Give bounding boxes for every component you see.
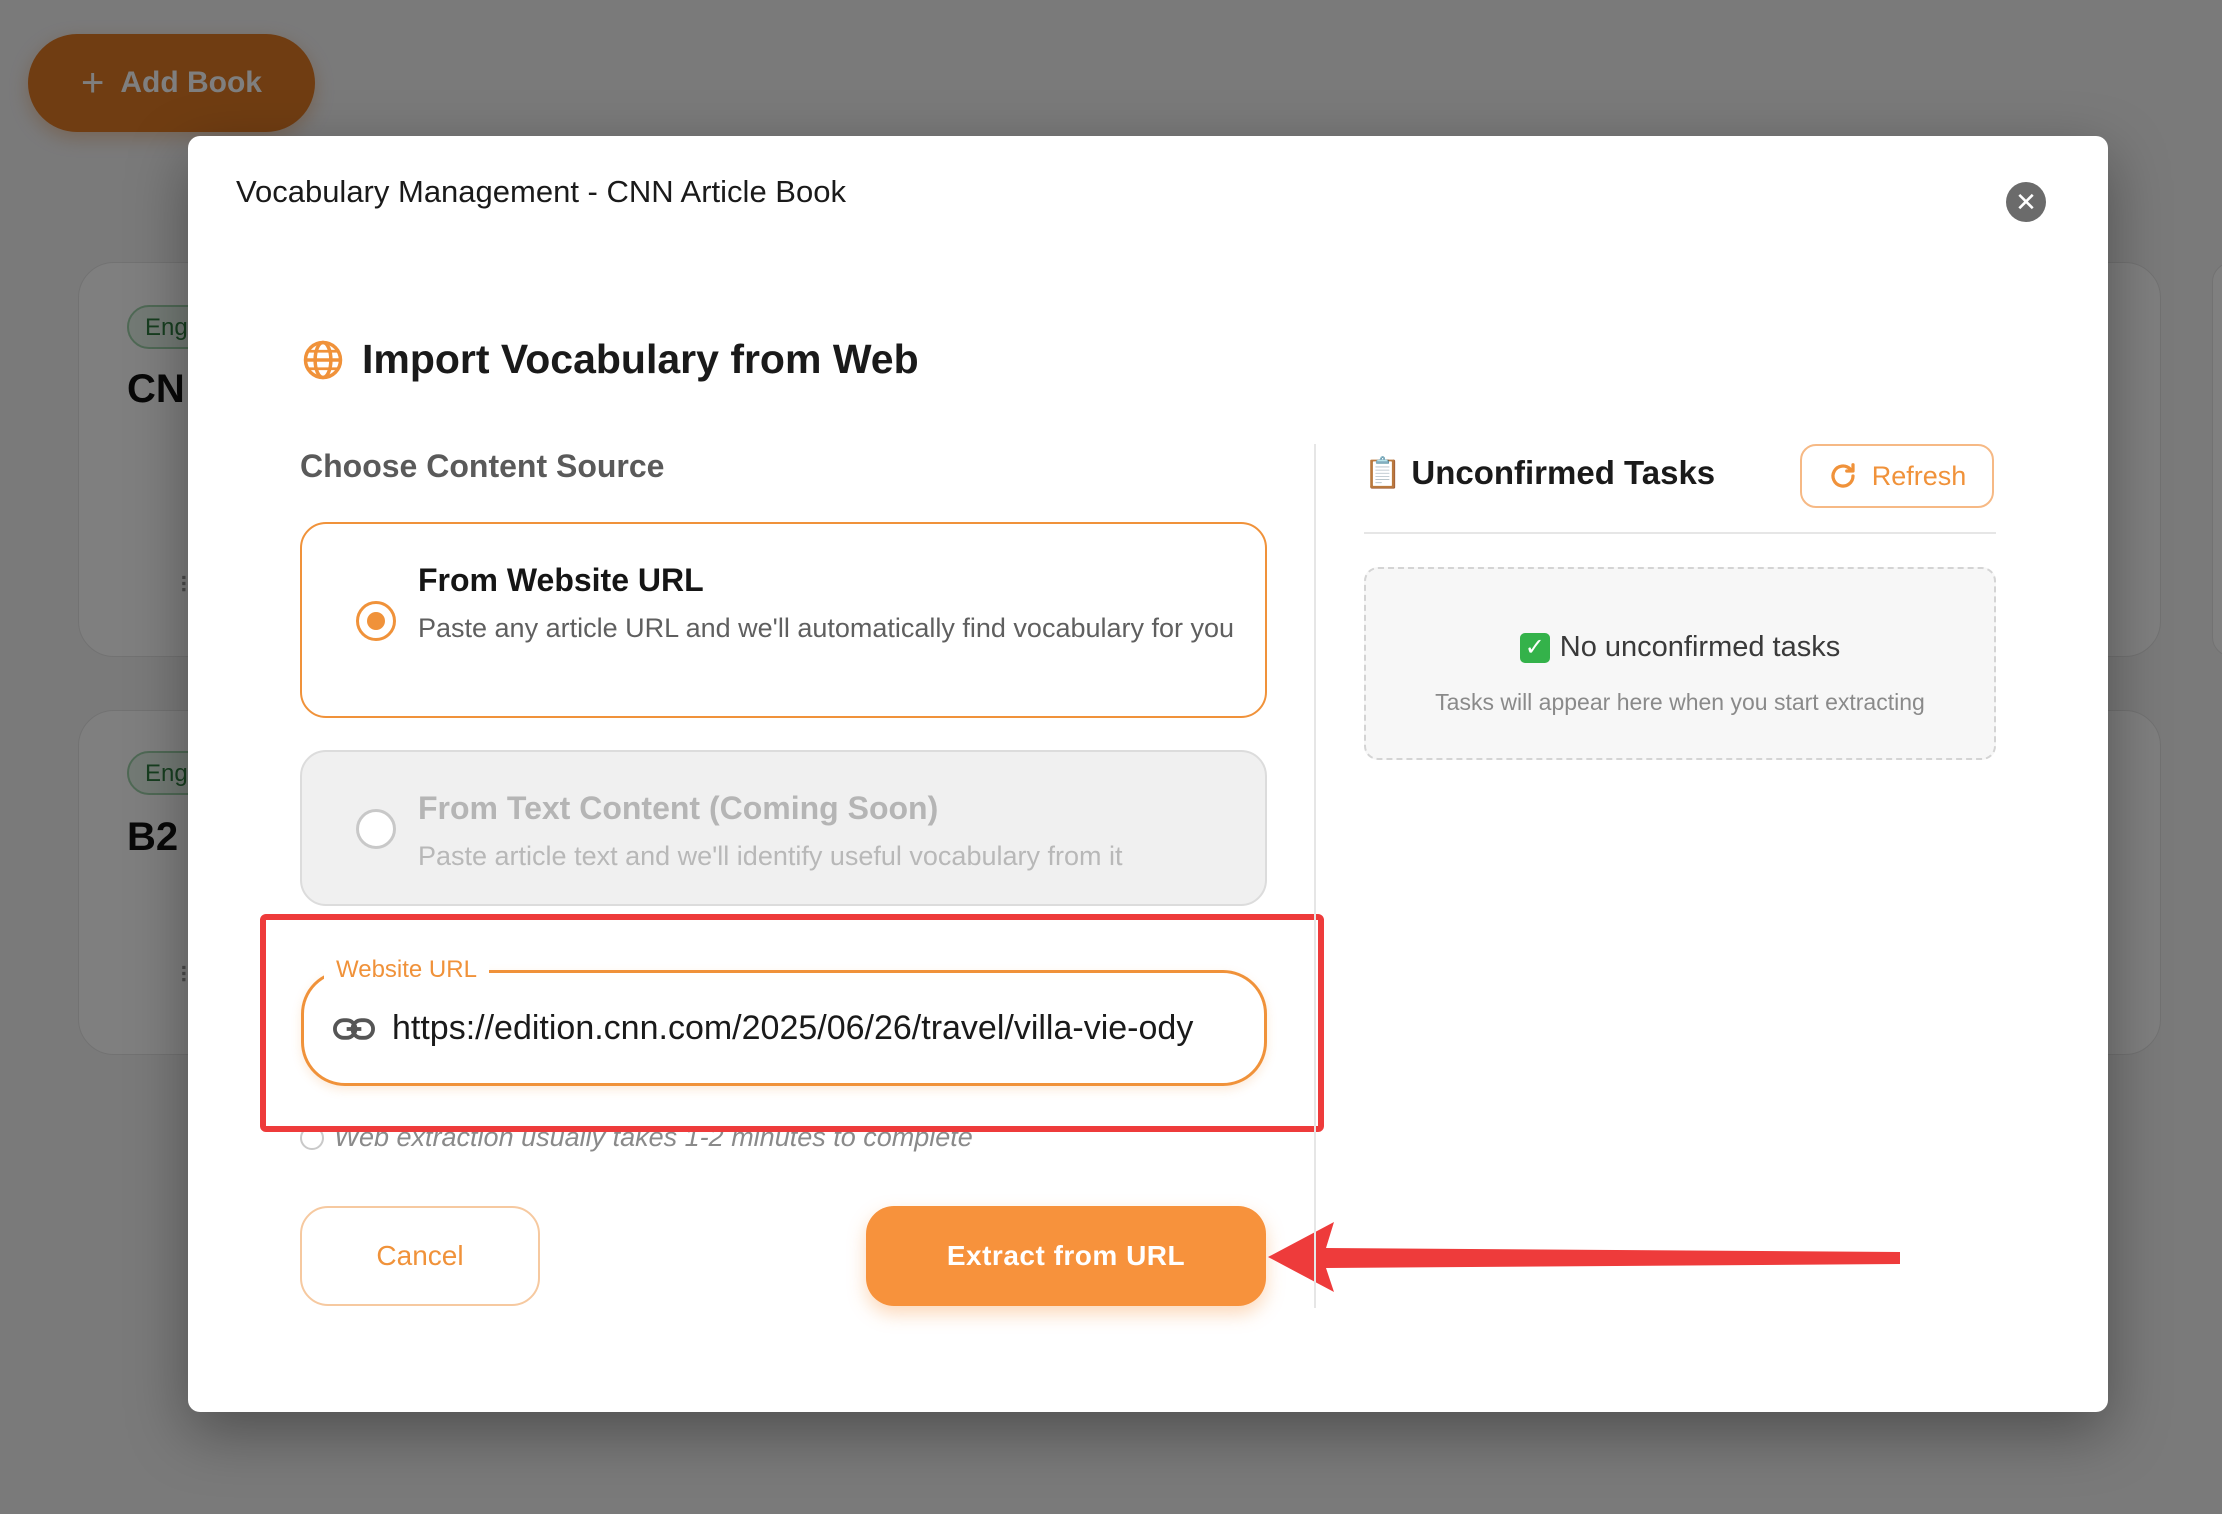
refresh-button[interactable]: Refresh <box>1800 444 1994 508</box>
radio-unselected-icon <box>356 809 396 849</box>
tasks-title: Unconfirmed Tasks <box>1411 454 1716 491</box>
refresh-icon <box>1831 463 1855 488</box>
annotation-arrow <box>1268 1222 1900 1292</box>
radio-selected-icon[interactable] <box>356 601 396 641</box>
source-option-website[interactable]: From Website URL Paste any article URL a… <box>300 522 1267 718</box>
option-description: Paste any article URL and we'll automati… <box>418 613 1235 643</box>
cancel-button[interactable]: Cancel <box>300 1206 540 1306</box>
section-title: Import Vocabulary from Web <box>362 336 919 382</box>
modal-title: Vocabulary Management - CNN Article Book <box>236 174 846 209</box>
close-icon[interactable]: ✕ <box>2006 182 2046 222</box>
highlight-box <box>260 914 1324 1132</box>
panel-divider <box>1314 444 1316 1308</box>
option-title: From Text Content (Coming Soon) <box>418 790 939 826</box>
check-icon: ✓ <box>1519 632 1550 663</box>
globe-icon <box>303 340 343 379</box>
option-description: Paste article text and we'll identify us… <box>418 841 1123 871</box>
tasks-header: 📋 Unconfirmed Tasks <box>1364 454 1715 492</box>
empty-tasks-subtitle: Tasks will appear here when you start ex… <box>1435 689 1925 715</box>
option-title: From Website URL <box>418 562 704 598</box>
refresh-label: Refresh <box>1871 460 1967 491</box>
extract-from-url-button[interactable]: Extract from URL <box>866 1206 1266 1306</box>
clipboard-icon: 📋 <box>1364 456 1402 490</box>
empty-title-text: No unconfirmed tasks <box>1559 631 1841 663</box>
section-heading: Import Vocabulary from Web <box>302 336 919 383</box>
vocabulary-modal: Vocabulary Management - CNN Article Book… <box>188 136 2108 1412</box>
source-option-text: From Text Content (Coming Soon) Paste ar… <box>300 750 1267 906</box>
tasks-divider <box>1364 532 1996 534</box>
empty-tasks-title: ✓ No unconfirmed tasks <box>1366 631 1994 664</box>
choose-source-label: Choose Content Source <box>300 448 665 484</box>
empty-tasks-box: ✓ No unconfirmed tasks Tasks will appear… <box>1364 567 1996 760</box>
